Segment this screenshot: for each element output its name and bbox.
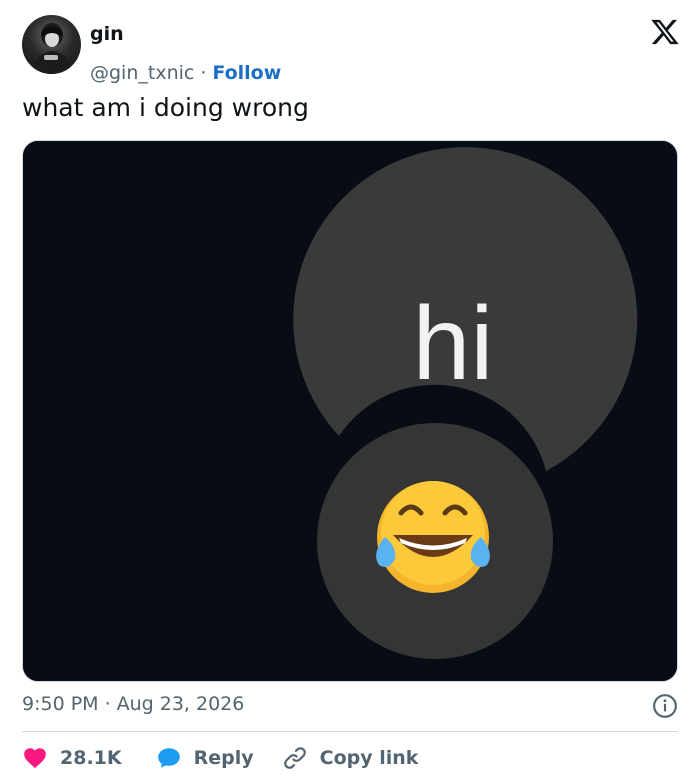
info-icon[interactable]	[652, 693, 678, 719]
copy-link-button[interactable]: Copy link	[282, 745, 419, 771]
author-handle[interactable]: @gin_txnic	[90, 62, 194, 84]
tweet-text: what am i doing wrong	[22, 93, 309, 122]
author-handle-row: @gin_txnic · Follow	[90, 62, 281, 84]
laughing-emoji	[376, 481, 490, 593]
avatar[interactable]	[22, 15, 81, 74]
separator: ·	[200, 62, 207, 84]
divider	[22, 731, 678, 732]
reply-button[interactable]: Reply	[156, 745, 254, 771]
follow-button[interactable]: Follow	[212, 62, 281, 84]
separator: ·	[104, 693, 111, 715]
tweet-image[interactable]: hi	[22, 140, 678, 682]
like-button[interactable]: 28.1K	[22, 745, 122, 771]
speech-bubble-icon	[157, 748, 180, 768]
tweet-actions: 28.1K Reply Copy link	[22, 743, 418, 773]
x-logo-icon[interactable]	[650, 17, 680, 47]
reply-label: Reply	[193, 747, 254, 769]
heart-icon	[24, 748, 46, 769]
tweet-timestamp[interactable]: 9:50 PM · Aug 23, 2026	[22, 693, 244, 715]
tweet-header: gin @gin_txnic · Follow	[22, 15, 680, 84]
tweet-date: Aug 23, 2026	[116, 693, 245, 715]
tweet-time: 9:50 PM	[22, 693, 99, 715]
link-icon	[283, 747, 306, 769]
like-count: 28.1K	[60, 747, 122, 769]
author-name[interactable]: gin	[90, 23, 124, 45]
bubble-text: hi	[413, 286, 494, 402]
copy-link-label: Copy link	[319, 747, 419, 769]
